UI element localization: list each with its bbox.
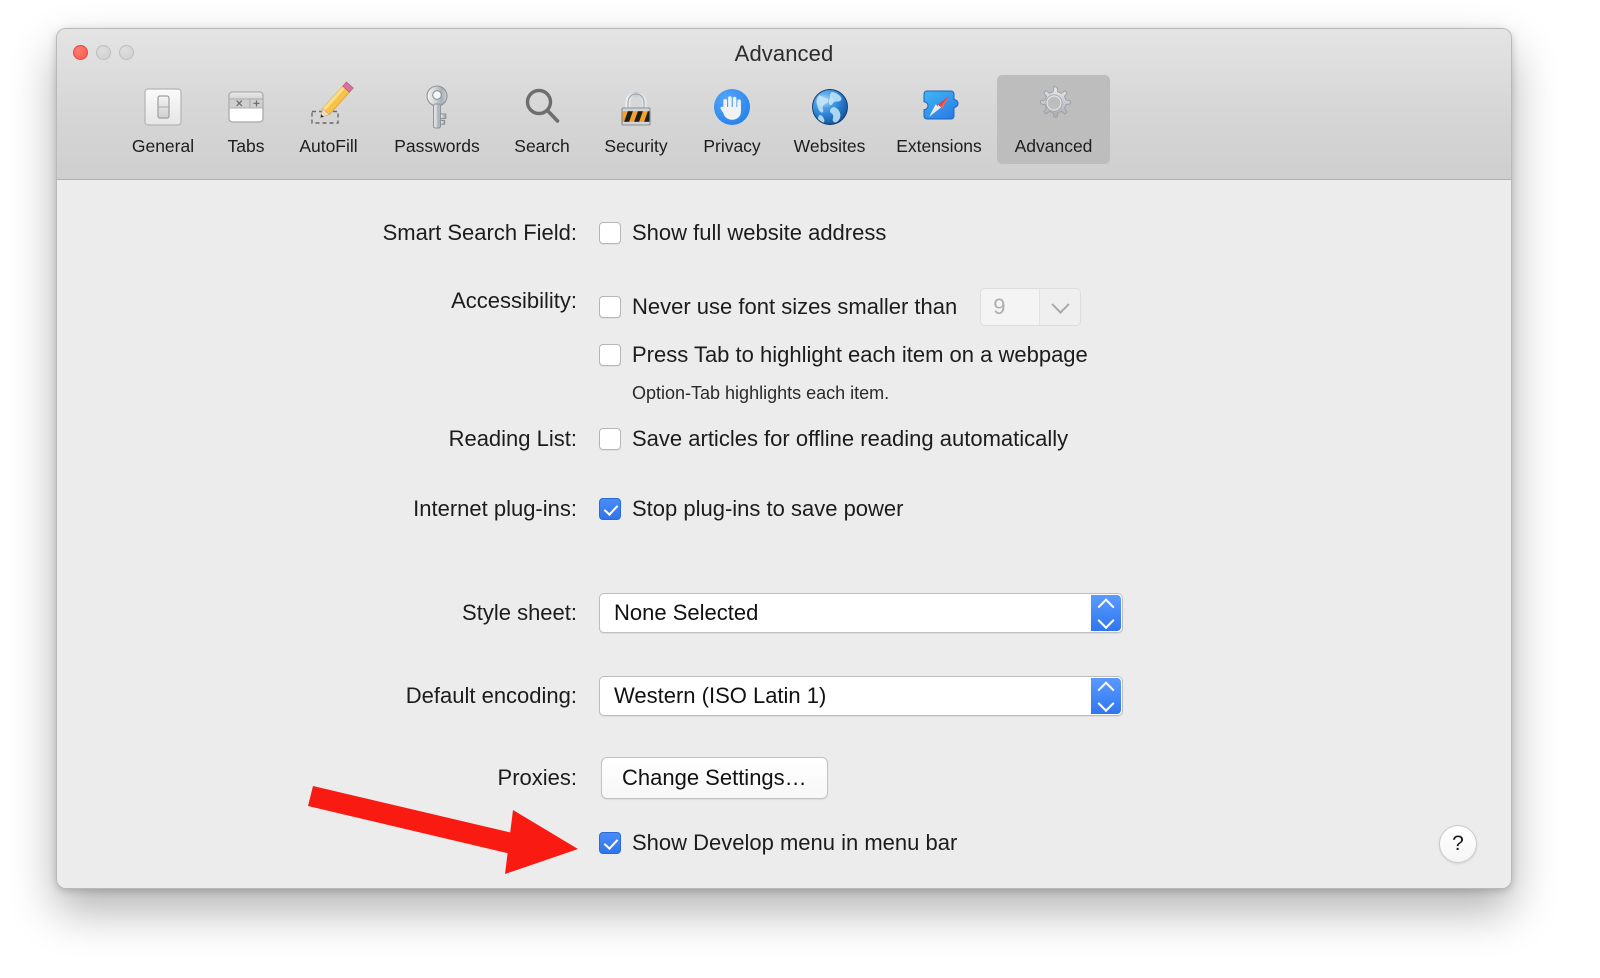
preferences-tab-strip: General Tabs AutoFill Passwords Search S… (115, 75, 1110, 164)
tab-tabs[interactable]: Tabs (211, 75, 281, 164)
checkbox-box[interactable] (599, 296, 621, 318)
preferences-window: Advanced General Tabs AutoFill Passwords… (56, 28, 1512, 889)
label-reading-list: Reading List: (448, 426, 577, 451)
checkbox-label: Show full website address (632, 220, 887, 245)
row-develop-menu: Show Develop menu in menu bar (57, 830, 957, 856)
tab-label-search: Search (514, 136, 570, 156)
puzzle-compass-icon (914, 81, 964, 133)
tab-label-privacy: Privacy (703, 136, 761, 156)
general-switch-icon (139, 81, 187, 133)
chevron-up-down-icon[interactable] (1091, 595, 1121, 631)
row-internet-plugins: Internet plug-ins: Stop plug-ins to save… (57, 496, 1207, 522)
press-tab-to-highlight-checkbox[interactable]: Press Tab to highlight each item on a we… (599, 342, 1088, 368)
hand-icon (708, 81, 756, 133)
tab-label-general: General (131, 136, 195, 156)
row-reading-list: Reading List: Save articles for offline … (57, 426, 1257, 452)
checkbox-box[interactable] (599, 832, 621, 854)
label-default-encoding: Default encoding: (405, 683, 577, 708)
checkbox-label: Save articles for offline reading automa… (632, 426, 1069, 451)
tab-autofill[interactable]: AutoFill (281, 75, 376, 164)
toolbar: Advanced General Tabs AutoFill Passwords… (57, 29, 1511, 180)
save-articles-offline-checkbox[interactable]: Save articles for offline reading automa… (599, 426, 1068, 452)
tab-label-extensions: Extensions (896, 136, 982, 156)
checkbox-box[interactable] (599, 222, 621, 244)
never-use-font-sizes-smaller-than-checkbox[interactable]: Never use font sizes smaller than 9 (599, 288, 1088, 326)
tab-general[interactable]: General (115, 75, 211, 164)
key-icon (413, 81, 461, 133)
label-proxies: Proxies: (497, 765, 577, 790)
show-full-website-address-checkbox[interactable]: Show full website address (599, 220, 886, 246)
label-style-sheet: Style sheet: (462, 600, 577, 625)
checkbox-label: Show Develop menu in menu bar (632, 830, 958, 855)
stop-plugins-to-save-power-checkbox[interactable]: Stop plug-ins to save power (599, 496, 904, 522)
tabs-icon (222, 81, 270, 133)
checkbox-box[interactable] (599, 344, 621, 366)
label-accessibility: Accessibility: (451, 288, 577, 313)
label-internet-plugins: Internet plug-ins: (413, 496, 577, 521)
tab-security[interactable]: Security (586, 75, 686, 164)
checkbox-label: Never use font sizes smaller than (632, 294, 958, 319)
row-smart-search-field: Smart Search Field: Show full website ad… (57, 220, 1207, 246)
magnifier-icon (518, 81, 566, 133)
show-develop-menu-checkbox[interactable]: Show Develop menu in menu bar (599, 830, 957, 856)
change-settings-button[interactable]: Change Settings… (601, 757, 828, 799)
default-encoding-popup-button[interactable]: Western (ISO Latin 1) (599, 676, 1123, 716)
style-sheet-value: None Selected (614, 600, 759, 625)
tab-websites[interactable]: Websites (778, 75, 881, 164)
checkbox-box[interactable] (599, 428, 621, 450)
tab-label-passwords: Passwords (394, 136, 480, 156)
padlock-icon (612, 81, 660, 133)
label-smart-search-field: Smart Search Field: (382, 220, 577, 245)
tab-label-security: Security (604, 136, 668, 156)
row-accessibility: Accessibility: Never use font sizes smal… (57, 288, 1307, 404)
default-encoding-value: Western (ISO Latin 1) (614, 683, 827, 708)
globe-icon (806, 81, 854, 133)
style-sheet-popup-button[interactable]: None Selected (599, 593, 1123, 633)
checkbox-box[interactable] (599, 498, 621, 520)
help-button[interactable]: ? (1439, 825, 1477, 863)
checkbox-label: Press Tab to highlight each item on a we… (632, 342, 1088, 367)
accessibility-hint-text: Option-Tab highlights each item. (632, 383, 890, 403)
pencil-icon (303, 81, 355, 133)
tab-privacy[interactable]: Privacy (686, 75, 778, 164)
minimum-font-size-value: 9 (981, 289, 1040, 325)
checkbox-label: Stop plug-ins to save power (632, 496, 904, 521)
tab-label-autofill: AutoFill (299, 136, 358, 156)
row-proxies: Proxies: Change Settings… (57, 757, 828, 799)
preferences-content: Smart Search Field: Show full website ad… (57, 180, 1511, 888)
row-style-sheet: Style sheet: None Selected (57, 593, 1123, 633)
tab-label-advanced: Advanced (1014, 136, 1093, 156)
tab-label-tabs: Tabs (227, 136, 265, 156)
row-default-encoding: Default encoding: Western (ISO Latin 1) (57, 676, 1123, 716)
minimum-font-size-combobox[interactable]: 9 (980, 288, 1082, 326)
tab-label-websites: Websites (793, 136, 866, 156)
window-title: Advanced (734, 41, 834, 66)
tab-advanced[interactable]: Advanced (997, 75, 1110, 164)
chevron-down-icon[interactable] (1039, 289, 1081, 325)
chevron-up-down-icon[interactable] (1091, 678, 1121, 714)
tab-search[interactable]: Search (498, 75, 586, 164)
tab-passwords[interactable]: Passwords (376, 75, 498, 164)
gear-icon (1029, 81, 1079, 133)
tab-extensions[interactable]: Extensions (881, 75, 997, 164)
